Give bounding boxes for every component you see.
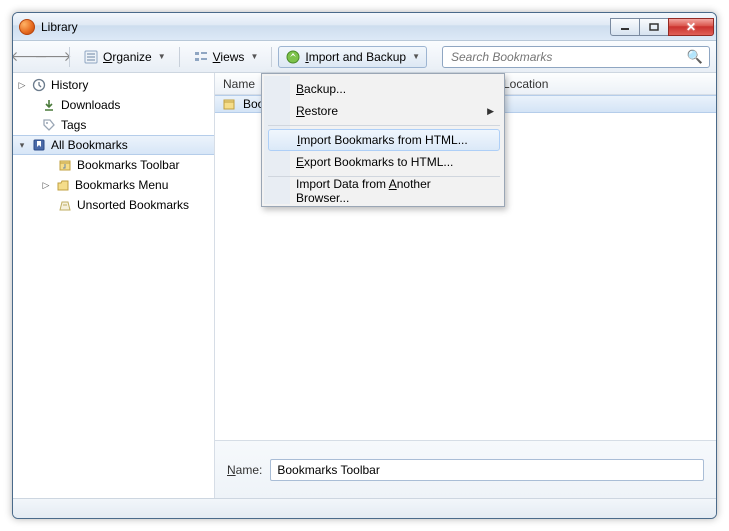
import-backup-menu: Backup... Restore▶ Import Bookmarks from… <box>261 73 505 207</box>
views-label: iews <box>220 50 244 64</box>
toolbar: 🡐 🡒 Organize ▼ Views ▼ Import and Backup… <box>13 41 716 73</box>
details-pane: Name: <box>215 440 716 498</box>
menu-import-browser[interactable]: Import Data from Another Browser... <box>266 180 502 202</box>
chevron-down-icon: ▼ <box>158 52 166 61</box>
separator <box>179 47 180 67</box>
menu-restore[interactable]: Restore▶ <box>266 100 502 122</box>
views-icon <box>193 49 209 65</box>
menu-backup[interactable]: Backup... <box>266 78 502 100</box>
window-title: Library <box>41 20 611 34</box>
sidebar-label: Bookmarks Toolbar <box>77 158 180 172</box>
sidebar-label: Tags <box>61 118 86 132</box>
library-window: Library ✕ 🡐 🡒 Organize ▼ Views ▼ <box>12 12 717 519</box>
folder-icon <box>55 177 71 193</box>
unsorted-icon <box>57 197 73 213</box>
organize-label: rganize <box>112 50 151 64</box>
separator <box>271 47 272 67</box>
details-name-label: Name: <box>227 463 262 477</box>
separator <box>69 47 70 67</box>
search-input[interactable] <box>449 49 687 65</box>
sidebar-item-bookmarks-toolbar[interactable]: Bookmarks Toolbar <box>13 155 214 175</box>
sidebar-label: Downloads <box>61 98 120 112</box>
search-box[interactable]: 🔍 <box>442 46 710 68</box>
organize-button[interactable]: Organize ▼ <box>76 46 173 68</box>
sidebar-item-bookmarks-menu[interactable]: ▷ Bookmarks Menu <box>13 175 214 195</box>
expand-icon[interactable]: ▷ <box>41 180 51 190</box>
sidebar-item-history[interactable]: ▷ History <box>13 75 214 95</box>
column-location[interactable]: Location <box>495 73 716 94</box>
minimize-button[interactable] <box>610 18 640 36</box>
search-icon: 🔍 <box>687 49 703 65</box>
menu-export-html[interactable]: Export Bookmarks to HTML... <box>266 151 502 173</box>
sidebar-item-tags[interactable]: Tags <box>13 115 214 135</box>
firefox-icon <box>19 19 35 35</box>
menu-separator <box>268 125 500 126</box>
close-button[interactable]: ✕ <box>668 18 714 36</box>
chevron-down-icon: ▼ <box>250 52 258 61</box>
downloads-icon <box>41 97 57 113</box>
sidebar-label: History <box>51 78 88 92</box>
folder-icon <box>221 96 237 112</box>
details-name-input[interactable] <box>270 459 704 481</box>
sidebar-label: All Bookmarks <box>51 138 128 152</box>
views-button[interactable]: Views ▼ <box>186 46 266 68</box>
sidebar: ▷ History Downloads Tags ▾ All Bookmarks… <box>13 73 215 498</box>
folder-icon <box>57 157 73 173</box>
history-icon <box>31 77 47 93</box>
import-backup-label: mport and Backup <box>309 50 406 64</box>
sidebar-item-downloads[interactable]: Downloads <box>13 95 214 115</box>
collapse-icon[interactable]: ▾ <box>17 140 27 150</box>
submenu-arrow-icon: ▶ <box>487 106 494 117</box>
maximize-button[interactable] <box>639 18 669 36</box>
bookmarks-icon <box>31 137 47 153</box>
sidebar-item-all-bookmarks[interactable]: ▾ All Bookmarks <box>13 135 214 155</box>
sidebar-label: Bookmarks Menu <box>75 178 168 192</box>
expand-icon[interactable]: ▷ <box>17 80 27 90</box>
sidebar-label: Unsorted Bookmarks <box>77 198 189 212</box>
sidebar-item-unsorted-bookmarks[interactable]: Unsorted Bookmarks <box>13 195 214 215</box>
import-icon <box>285 49 301 65</box>
tags-icon <box>41 117 57 133</box>
forward-button[interactable]: 🡒 <box>43 47 63 67</box>
chevron-down-icon: ▼ <box>412 52 420 61</box>
statusbar <box>13 498 716 518</box>
titlebar[interactable]: Library ✕ <box>13 13 716 41</box>
organize-icon <box>83 49 99 65</box>
import-backup-button[interactable]: Import and Backup ▼ <box>278 46 427 68</box>
window-controls: ✕ <box>611 18 714 36</box>
menu-import-html[interactable]: Import Bookmarks from HTML... <box>268 129 500 151</box>
